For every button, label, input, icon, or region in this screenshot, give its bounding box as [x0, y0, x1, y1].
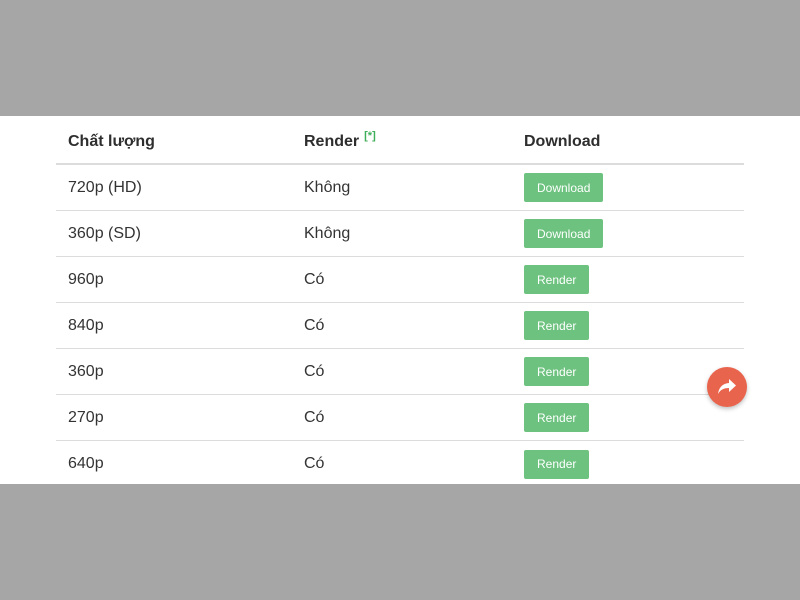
- quality-cell: 270p: [68, 408, 104, 426]
- render-cell: Không: [304, 224, 351, 242]
- action-cell: Render: [524, 349, 590, 394]
- render-cell: Có: [304, 270, 325, 288]
- action-cell: Download: [524, 211, 604, 256]
- action-cell: Render: [524, 303, 590, 348]
- render-footnote-link[interactable]: [*]: [364, 130, 376, 142]
- table-row: 360p Có Render: [56, 349, 744, 395]
- render-button[interactable]: Render: [524, 311, 590, 340]
- render-cell: Có: [304, 408, 325, 426]
- table-row: 960p Có Render: [56, 257, 744, 303]
- action-cell: Render: [524, 395, 590, 440]
- quality-table: Chất lượng Render [*] Download 720p (HD)…: [56, 116, 744, 487]
- share-button[interactable]: [707, 367, 747, 407]
- download-button[interactable]: Download: [524, 219, 604, 248]
- table-row: 360p (SD) Không Download: [56, 211, 744, 257]
- header-download: Download: [524, 132, 601, 150]
- header-render: Render [*]: [304, 116, 376, 165]
- render-cell: Không: [304, 178, 351, 196]
- quality-cell: 840p: [68, 316, 104, 334]
- render-button[interactable]: Render: [524, 403, 590, 432]
- quality-cell: 640p: [68, 455, 104, 472]
- download-button[interactable]: Download: [524, 173, 604, 202]
- quality-cell: 360p: [68, 362, 104, 380]
- render-button[interactable]: Render: [524, 357, 590, 386]
- share-arrow-icon: [718, 379, 736, 394]
- table-row: 270p Có Render: [56, 395, 744, 441]
- render-cell: Có: [304, 455, 325, 472]
- action-cell: Download: [524, 165, 604, 210]
- video-quality-panel: Chất lượng Render [*] Download 720p (HD)…: [0, 116, 800, 484]
- action-cell: Render: [524, 257, 590, 302]
- table-row: 720p (HD) Không Download: [56, 165, 744, 211]
- render-button[interactable]: Render: [524, 265, 590, 294]
- render-cell: Có: [304, 362, 325, 380]
- header-render-label: Render: [304, 132, 360, 150]
- quality-cell: 720p (HD): [68, 178, 142, 196]
- header-quality: Chất lượng: [68, 132, 155, 150]
- table-row: 640p Có Render: [56, 441, 744, 487]
- render-button[interactable]: Render: [524, 449, 590, 479]
- quality-cell: 360p (SD): [68, 224, 141, 242]
- render-cell: Có: [304, 316, 325, 334]
- action-cell: Render: [524, 441, 590, 487]
- quality-cell: 960p: [68, 270, 104, 288]
- table-header-row: Chất lượng Render [*] Download: [56, 116, 744, 165]
- table-row: 840p Có Render: [56, 303, 744, 349]
